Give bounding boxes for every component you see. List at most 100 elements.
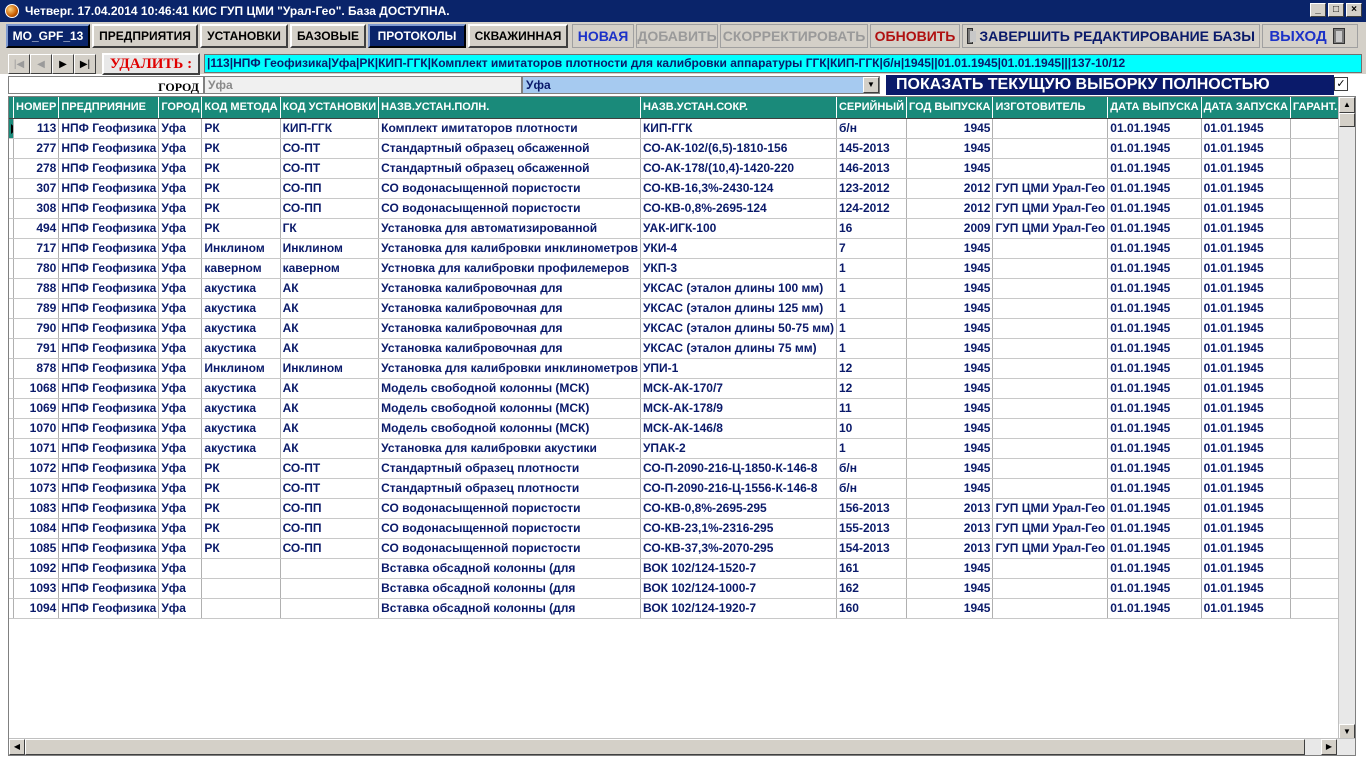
table-cell[interactable]: акустика [201,418,281,439]
table-cell[interactable] [992,438,1109,459]
table-cell[interactable]: РК [201,538,281,559]
add-button[interactable]: ДОБАВИТЬ [636,24,718,48]
table-cell[interactable]: Установка для автоматизированной [378,218,641,239]
table-cell[interactable]: Стандартный образец плотности [378,478,641,499]
table-cell[interactable]: 01.01.1945 [1107,458,1202,479]
table-cell[interactable]: 01.01.1945 [1201,158,1291,179]
table-cell[interactable]: СО-ПТ [280,478,380,499]
table-cell[interactable]: КИП-ГГК [640,118,837,139]
table-cell[interactable]: 1945 [906,558,994,579]
table-cell[interactable]: РК [201,518,281,539]
table-row[interactable]: 1084 НПФ Геофизика Уфа РК СО-ПП СО водонасыще… [9,518,1355,539]
table-cell[interactable]: ГУП ЦМИ Урал-Гео [992,498,1109,519]
table-cell[interactable] [992,158,1109,179]
table-cell[interactable]: 1 [836,258,908,279]
table-cell[interactable]: РК [201,498,281,519]
table-cell[interactable]: АК [280,278,380,299]
city-dropdown[interactable]: Уфа ▼ [522,76,880,94]
table-cell[interactable]: СО-ПТ [280,138,380,159]
table-cell[interactable]: НПФ Геофизика [58,538,160,559]
table-cell[interactable]: НПФ Геофизика [58,238,160,259]
table-cell[interactable] [992,478,1109,499]
city-input[interactable]: Уфа [204,76,522,94]
table-cell[interactable]: 146-2013 [836,158,908,179]
horizontal-scrollbar[interactable]: ◀ ▶ [9,738,1355,755]
table-cell[interactable]: НПФ Геофизика [58,558,160,579]
table-cell[interactable]: 1 [836,318,908,339]
table-cell[interactable]: 308 [13,198,60,219]
table-cell[interactable]: 790 [13,318,60,339]
table-cell[interactable]: 01.01.1945 [1201,578,1291,599]
table-cell[interactable]: Вставка обсадной колонны (для [378,598,641,619]
table-row[interactable]: 1092 НПФ Геофизика Уфа Вставка обсадной кол… [9,558,1355,579]
table-cell[interactable]: 12 [836,358,908,379]
table-cell[interactable]: УКСАС (эталон длины 125 мм) [640,298,837,319]
table-row[interactable]: 791 НПФ Геофизика Уфа акустика АК Установка к… [9,338,1355,359]
table-cell[interactable]: 01.01.1945 [1201,338,1291,359]
maximize-button[interactable]: □ [1328,3,1344,17]
table-cell[interactable]: 789 [13,298,60,319]
column-header[interactable]: ДАТА ВЫПУСКА [1107,97,1202,119]
table-cell[interactable]: 01.01.1945 [1107,518,1202,539]
table-cell[interactable] [280,598,380,619]
table-cell[interactable]: НПФ Геофизика [58,218,160,239]
table-cell[interactable]: 01.01.1945 [1107,358,1202,379]
table-row[interactable]: 1093 НПФ Геофизика Уфа Вставка обсадной кол… [9,578,1355,599]
table-cell[interactable]: 791 [13,338,60,359]
table-cell[interactable]: 717 [13,238,60,259]
table-cell[interactable]: УПИ-1 [640,358,837,379]
table-cell[interactable]: каверном [201,258,281,279]
table-cell[interactable]: 156-2013 [836,498,908,519]
table-cell[interactable]: АК [280,338,380,359]
column-header[interactable]: ИЗГОТОВИТЕЛЬ [992,97,1109,119]
table-cell[interactable]: 1945 [906,598,994,619]
protocols-tab[interactable]: ПРОТОКОЛЫ [368,24,466,48]
table-cell[interactable]: Установка калибровочная для [378,298,641,319]
table-cell[interactable] [992,118,1109,139]
table-cell[interactable] [992,318,1109,339]
table-cell[interactable]: 01.01.1945 [1201,418,1291,439]
table-cell[interactable]: Уфа [158,518,203,539]
table-cell[interactable]: Уфа [158,258,203,279]
table-cell[interactable]: СО-КВ-37,3%-2070-295 [640,538,837,559]
table-cell[interactable]: 01.01.1945 [1107,178,1202,199]
table-cell[interactable]: 12 [836,378,908,399]
table-cell[interactable]: 277 [13,138,60,159]
table-cell[interactable]: 1071 [13,438,60,459]
table-cell[interactable]: 1945 [906,378,994,399]
table-cell[interactable]: 01.01.1945 [1201,498,1291,519]
table-cell[interactable]: Уфа [158,318,203,339]
table-cell[interactable]: СО-КВ-0,8%-2695-295 [640,498,837,519]
table-cell[interactable]: 01.01.1945 [1107,378,1202,399]
table-cell[interactable]: Стандартный образец обсаженной [378,158,641,179]
table-cell[interactable]: 1092 [13,558,60,579]
table-cell[interactable]: 123-2012 [836,178,908,199]
table-cell[interactable] [992,358,1109,379]
table-cell[interactable]: 01.01.1945 [1201,398,1291,419]
table-cell[interactable]: 2012 [906,178,994,199]
table-cell[interactable] [992,138,1109,159]
table-cell[interactable]: НПФ Геофизика [58,318,160,339]
table-cell[interactable]: Установка калибровочная для [378,318,641,339]
vertical-scrollbar[interactable]: ▲ ▼ [1338,97,1355,740]
table-cell[interactable]: 155-2013 [836,518,908,539]
table-cell[interactable]: 11 [836,398,908,419]
table-cell[interactable]: 01.01.1945 [1107,318,1202,339]
table-cell[interactable]: ГУП ЦМИ Урал-Гео [992,178,1109,199]
table-cell[interactable]: 1945 [906,278,994,299]
table-cell[interactable]: УПАК-2 [640,438,837,459]
table-cell[interactable]: РК [201,458,281,479]
table-cell[interactable]: Уфа [158,598,203,619]
table-cell[interactable]: Уфа [158,238,203,259]
table-cell[interactable]: НПФ Геофизика [58,378,160,399]
table-cell[interactable]: 494 [13,218,60,239]
table-cell[interactable]: 1083 [13,498,60,519]
table-cell[interactable]: акустика [201,398,281,419]
table-cell[interactable]: 1093 [13,578,60,599]
table-cell[interactable]: 1072 [13,458,60,479]
table-cell[interactable]: 1945 [906,258,994,279]
table-cell[interactable]: 01.01.1945 [1201,218,1291,239]
table-cell[interactable]: РК [201,198,281,219]
table-cell[interactable]: Уфа [158,458,203,479]
table-cell[interactable]: 878 [13,358,60,379]
